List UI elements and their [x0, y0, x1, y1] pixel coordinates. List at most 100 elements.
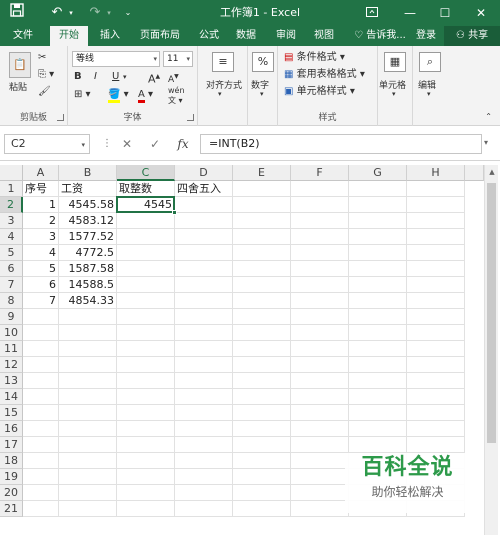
cell-h8[interactable]	[407, 293, 465, 309]
enter-icon[interactable]: ✓	[148, 136, 162, 152]
cell-h13[interactable]	[407, 373, 465, 389]
cell-f19[interactable]	[291, 469, 349, 485]
cell-d6[interactable]	[175, 261, 233, 277]
cell-g6[interactable]	[349, 261, 407, 277]
cell-c21[interactable]	[117, 501, 175, 517]
row-header-3[interactable]: 3	[0, 213, 23, 229]
cell-e1[interactable]	[233, 181, 291, 197]
cell-b20[interactable]	[59, 485, 117, 501]
cell-e19[interactable]	[233, 469, 291, 485]
maximize-icon[interactable]: ☐	[430, 0, 460, 26]
cell-a8[interactable]: 7	[23, 293, 59, 309]
name-box[interactable]: C2 ▾	[4, 134, 90, 154]
cell-c2[interactable]: 4545	[117, 197, 175, 213]
cell-b4[interactable]: 1577.52	[59, 229, 117, 245]
cell-h3[interactable]	[407, 213, 465, 229]
cell-b1[interactable]: 工资	[59, 181, 117, 197]
cell-d21[interactable]	[175, 501, 233, 517]
cut-icon[interactable]: ✂	[38, 51, 46, 65]
row-header-8[interactable]: 8	[0, 293, 23, 309]
cell-d8[interactable]	[175, 293, 233, 309]
row-header-18[interactable]: 18	[0, 453, 23, 469]
cell-b12[interactable]	[59, 357, 117, 373]
cell-a9[interactable]	[23, 309, 59, 325]
cell-h10[interactable]	[407, 325, 465, 341]
fill-handle[interactable]	[172, 210, 177, 215]
cell-f11[interactable]	[291, 341, 349, 357]
cell-b9[interactable]	[59, 309, 117, 325]
cell-c3[interactable]	[117, 213, 175, 229]
cell-f16[interactable]	[291, 421, 349, 437]
cell-g17[interactable]	[349, 437, 407, 453]
row-header-10[interactable]: 10	[0, 325, 23, 341]
cell-g1[interactable]	[349, 181, 407, 197]
row-header-9[interactable]: 9	[0, 309, 23, 325]
close-icon[interactable]: ✕	[466, 0, 496, 26]
paste-icon[interactable]: 📋	[9, 52, 31, 78]
cell-a20[interactable]	[23, 485, 59, 501]
cell-h5[interactable]	[407, 245, 465, 261]
cell-g14[interactable]	[349, 389, 407, 405]
cell-e9[interactable]	[233, 309, 291, 325]
cell-f14[interactable]	[291, 389, 349, 405]
minimize-icon[interactable]: —	[395, 0, 425, 26]
cell-d19[interactable]	[175, 469, 233, 485]
cell-b16[interactable]	[59, 421, 117, 437]
underline-dropdown-icon[interactable]: ▾	[123, 70, 127, 84]
cell-d15[interactable]	[175, 405, 233, 421]
cell-a2[interactable]: 1	[23, 197, 59, 213]
cell-h7[interactable]	[407, 277, 465, 293]
column-header-b[interactable]: B	[59, 165, 117, 181]
cell-b2[interactable]: 4545.58	[59, 197, 117, 213]
cell-a6[interactable]: 5	[23, 261, 59, 277]
cell-a17[interactable]	[23, 437, 59, 453]
cell-d9[interactable]	[175, 309, 233, 325]
cell-b18[interactable]	[59, 453, 117, 469]
cell-e17[interactable]	[233, 437, 291, 453]
tab-review[interactable]: 审阅	[270, 26, 302, 46]
clipboard-dialog-launcher-icon[interactable]	[57, 114, 64, 121]
cell-d3[interactable]	[175, 213, 233, 229]
tab-data[interactable]: 数据	[230, 26, 262, 46]
column-header-c[interactable]: C	[117, 165, 175, 181]
cell-d4[interactable]	[175, 229, 233, 245]
percent-icon[interactable]: %	[252, 52, 274, 72]
cell-e15[interactable]	[233, 405, 291, 421]
cell-c11[interactable]	[117, 341, 175, 357]
cell-g13[interactable]	[349, 373, 407, 389]
cell-c1[interactable]: 取整数	[117, 181, 175, 197]
cell-d18[interactable]	[175, 453, 233, 469]
cell-a3[interactable]: 2	[23, 213, 59, 229]
row-header-21[interactable]: 21	[0, 501, 23, 517]
column-header-a[interactable]: A	[23, 165, 59, 181]
cell-d17[interactable]	[175, 437, 233, 453]
cell-f1[interactable]	[291, 181, 349, 197]
cell-b15[interactable]	[59, 405, 117, 421]
cell-c17[interactable]	[117, 437, 175, 453]
cell-c6[interactable]	[117, 261, 175, 277]
row-header-19[interactable]: 19	[0, 469, 23, 485]
cell-f5[interactable]	[291, 245, 349, 261]
cell-c18[interactable]	[117, 453, 175, 469]
cell-b5[interactable]: 4772.5	[59, 245, 117, 261]
cell-b17[interactable]	[59, 437, 117, 453]
tab-view[interactable]: 视图	[308, 26, 340, 46]
tab-home[interactable]: 开始	[50, 26, 88, 46]
cell-e11[interactable]	[233, 341, 291, 357]
cell-g9[interactable]	[349, 309, 407, 325]
cell-f10[interactable]	[291, 325, 349, 341]
cell-d2[interactable]	[175, 197, 233, 213]
cell-g5[interactable]	[349, 245, 407, 261]
expand-formula-bar-icon[interactable]: ▾	[484, 138, 488, 147]
cell-g2[interactable]	[349, 197, 407, 213]
cell-c20[interactable]	[117, 485, 175, 501]
cell-e5[interactable]	[233, 245, 291, 261]
cell-f21[interactable]	[291, 501, 349, 517]
cell-f20[interactable]	[291, 485, 349, 501]
row-header-4[interactable]: 4	[0, 229, 23, 245]
column-header-d[interactable]: D	[175, 165, 233, 181]
cell-g3[interactable]	[349, 213, 407, 229]
cell-b21[interactable]	[59, 501, 117, 517]
cell-e7[interactable]	[233, 277, 291, 293]
cell-d11[interactable]	[175, 341, 233, 357]
